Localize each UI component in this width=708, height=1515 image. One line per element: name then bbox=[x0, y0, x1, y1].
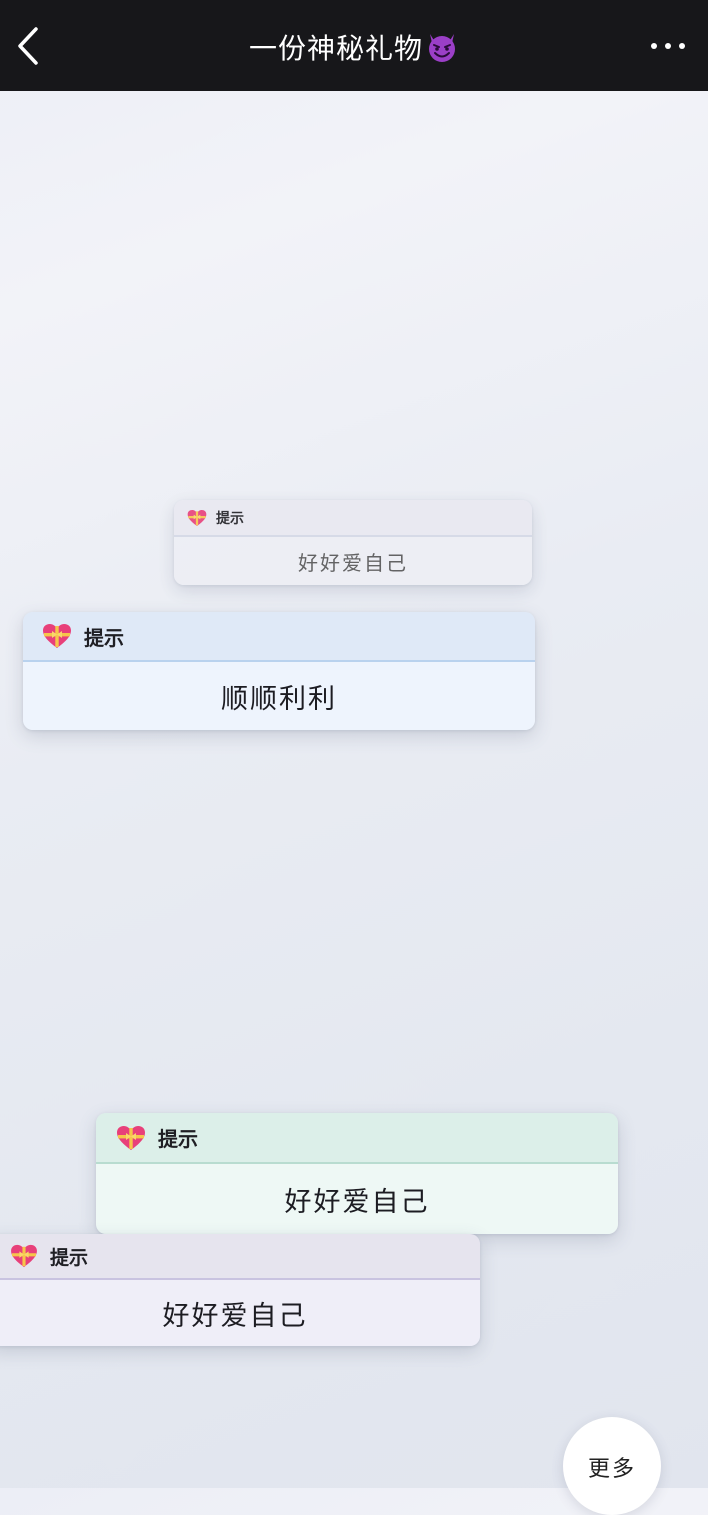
back-button[interactable] bbox=[8, 22, 48, 70]
more-dot-icon bbox=[665, 43, 671, 49]
tip-card: 提示 好好爱自己 bbox=[96, 1113, 618, 1234]
more-dot-icon bbox=[651, 43, 657, 49]
chevron-left-icon bbox=[18, 27, 38, 65]
more-button[interactable]: 更多 bbox=[563, 1417, 661, 1515]
tip-card-message: 好好爱自己 bbox=[0, 1280, 480, 1346]
tip-card-label: 提示 bbox=[84, 625, 124, 650]
tip-card-header: 提示 bbox=[0, 1234, 480, 1280]
tip-card: 提示 顺顺利利 bbox=[23, 612, 535, 730]
heart-with-ribbon-icon bbox=[187, 509, 207, 526]
tip-card-header: 提示 bbox=[174, 500, 532, 537]
tip-card-message: 好好爱自己 bbox=[174, 537, 532, 585]
tip-card: 提示 好好爱自己 bbox=[174, 500, 532, 585]
tip-card-message: 顺顺利利 bbox=[23, 662, 535, 730]
page-title: 一份神秘礼物 bbox=[120, 27, 588, 67]
tip-card-label: 提示 bbox=[158, 1127, 198, 1151]
page-title-text: 一份神秘礼物 bbox=[248, 32, 423, 65]
tip-card-header: 提示 bbox=[96, 1113, 618, 1164]
more-options-button[interactable] bbox=[644, 26, 692, 66]
tip-card-header: 提示 bbox=[23, 612, 535, 662]
heart-with-ribbon-icon bbox=[43, 624, 71, 648]
tip-card-label: 提示 bbox=[50, 1246, 89, 1269]
tip-card: 提示 好好爱自己 bbox=[0, 1234, 480, 1346]
heart-with-ribbon-icon bbox=[11, 1244, 37, 1268]
top-navigation-bar: 一份神秘礼物 bbox=[0, 0, 708, 91]
tip-card-message: 好好爱自己 bbox=[96, 1164, 618, 1234]
tip-card-label: 提示 bbox=[216, 510, 244, 527]
more-button-label: 更多 bbox=[587, 1457, 636, 1482]
heart-with-ribbon-icon bbox=[117, 1125, 145, 1150]
more-dot-icon bbox=[679, 43, 685, 49]
smiling-devil-emoji-icon bbox=[429, 34, 455, 62]
